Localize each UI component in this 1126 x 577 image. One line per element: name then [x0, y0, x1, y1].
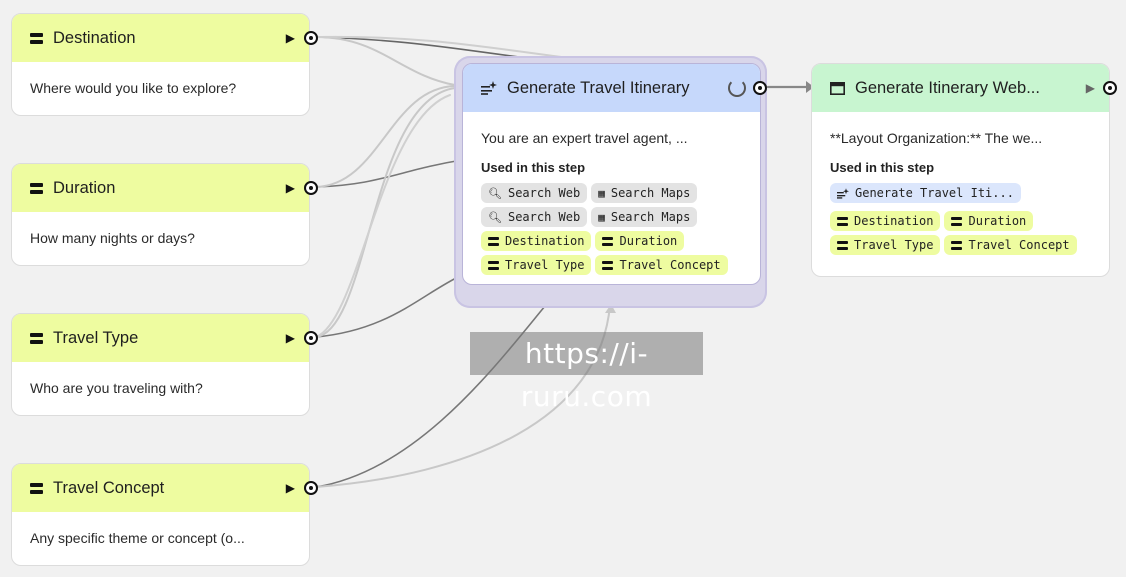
input-node-header[interactable]: Destination ▶: [12, 14, 309, 62]
generate-step-header[interactable]: Generate Travel Itinerary: [463, 64, 760, 112]
input-node-header[interactable]: Duration ▶: [12, 164, 309, 212]
input-node-title: Duration: [53, 178, 116, 197]
spinner-icon: [728, 79, 746, 97]
input-chip-travel-concept[interactable]: Travel Concept: [944, 235, 1077, 255]
input-node-duration[interactable]: Duration ▶ How many nights or days?: [11, 163, 318, 266]
used-in-step-label: Used in this step: [481, 160, 586, 175]
chip-label: Search Web: [507, 210, 581, 224]
input-bars-icon: [30, 332, 43, 344]
sparkle-list-icon: [481, 81, 497, 95]
wire-traveltype-ghost: [315, 87, 456, 338]
generate-step-chips: 🔍︎ Search Web ▦ Search Maps 🔍︎ Search Web ▦…: [463, 183, 760, 275]
step-chip-generate[interactable]: Generate Travel Iti...: [830, 183, 1021, 203]
web-page-icon: [830, 81, 845, 95]
wire-concept-generate: [315, 299, 551, 488]
tool-chip-search-web[interactable]: 🔍︎ Search Web: [481, 207, 588, 227]
chip-label: Travel Type: [505, 258, 585, 272]
sparkle-list-icon: [837, 187, 849, 199]
wire-destination-ghost-a: [315, 36, 456, 86]
output-port-icon[interactable]: [304, 181, 318, 195]
search-icon: 🔍︎: [488, 186, 502, 200]
chip-label: Destination: [505, 234, 585, 248]
input-node-prompt: How many nights or days?: [30, 230, 195, 246]
play-icon[interactable]: ▶: [286, 481, 295, 495]
chip-label: Search Web: [507, 186, 581, 200]
watermark: https://i-ruru.com: [470, 332, 703, 413]
chip-label: Travel Concept: [619, 258, 721, 272]
tool-chip-search-web[interactable]: 🔍︎ Search Web: [481, 183, 588, 203]
chip-label: Search Maps: [610, 210, 691, 224]
input-bars-icon: [30, 182, 43, 194]
input-chip-destination[interactable]: Destination: [830, 211, 941, 231]
input-chip-destination[interactable]: Destination: [481, 231, 592, 251]
input-chip-travel-type[interactable]: Travel Type: [830, 235, 941, 255]
output-port-icon[interactable]: [753, 81, 767, 95]
chip-label: Duration: [968, 214, 1027, 228]
input-node-header[interactable]: Travel Type ▶: [12, 314, 309, 362]
input-bars-icon: [488, 236, 499, 246]
input-node-title: Destination: [53, 28, 136, 47]
output-port-icon[interactable]: [304, 481, 318, 495]
chip-label: Travel Concept: [968, 238, 1070, 252]
tool-chip-search-maps[interactable]: ▦ Search Maps: [591, 207, 698, 227]
output-port-icon[interactable]: [1103, 81, 1117, 95]
output-step-title: Generate Itinerary Web...: [855, 78, 1040, 97]
generate-step-description: You are an expert travel agent, ...: [481, 130, 688, 146]
chip-label: Search Maps: [610, 186, 691, 200]
play-icon[interactable]: ▶: [286, 31, 295, 45]
tool-chip-search-maps[interactable]: ▦ Search Maps: [591, 183, 698, 203]
chip-label: Travel Type: [854, 238, 934, 252]
input-bars-icon: [951, 216, 963, 226]
wire-traveltype-ghost-b: [315, 94, 451, 338]
input-node-header[interactable]: Travel Concept ▶: [12, 464, 309, 512]
input-bars-icon: [837, 240, 848, 250]
chip-label: Destination: [854, 214, 934, 228]
input-node-travel-concept[interactable]: Travel Concept ▶ Any specific theme or c…: [11, 463, 318, 566]
wire-traveltype-generate: [315, 274, 463, 338]
play-icon[interactable]: ▶: [286, 331, 295, 345]
input-bars-icon: [602, 236, 614, 246]
input-chip-travel-type[interactable]: Travel Type: [481, 255, 592, 275]
input-bars-icon: [488, 260, 499, 270]
search-icon: 🔍︎: [488, 210, 502, 224]
input-node-title: Travel Type: [53, 328, 139, 347]
input-chip-travel-concept[interactable]: Travel Concept: [595, 255, 728, 275]
input-bars-icon: [951, 240, 963, 250]
chip-label: Duration: [619, 234, 678, 248]
output-port-icon[interactable]: [304, 31, 318, 45]
output-step-node[interactable]: Generate Itinerary Web... ▶ **Layout Org…: [811, 63, 1117, 277]
output-step-chips: Generate Travel Iti... Destination Durat…: [812, 183, 1109, 255]
generate-step-node[interactable]: Generate Travel Itinerary You are an exp…: [462, 63, 767, 285]
input-node-travel-type[interactable]: Travel Type ▶ Who are you traveling with…: [11, 313, 318, 416]
input-bars-icon: [30, 32, 43, 44]
play-icon[interactable]: ▶: [1086, 81, 1095, 95]
output-step-description: **Layout Organization:** The we...: [830, 130, 1043, 146]
input-bars-icon: [602, 260, 614, 270]
wire-duration-ghost: [315, 85, 456, 188]
map-icon: ▦: [598, 186, 605, 200]
input-node-prompt: Any specific theme or concept (o...: [30, 530, 245, 546]
play-icon[interactable]: ▶: [286, 181, 295, 195]
input-node-destination[interactable]: Destination ▶ Where would you like to ex…: [11, 13, 318, 116]
input-node-prompt: Where would you like to explore?: [30, 80, 237, 96]
chip-label: Generate Travel Iti...: [855, 186, 1014, 200]
input-chip-duration[interactable]: Duration: [944, 211, 1034, 231]
used-in-step-label: Used in this step: [830, 160, 935, 175]
input-bars-icon: [30, 482, 43, 494]
input-node-title: Travel Concept: [53, 478, 165, 497]
input-bars-icon: [837, 216, 848, 226]
wire-duration-generate: [315, 159, 463, 188]
input-chip-duration[interactable]: Duration: [595, 231, 685, 251]
map-icon: ▦: [598, 210, 605, 224]
output-port-icon[interactable]: [304, 331, 318, 345]
input-node-prompt: Who are you traveling with?: [30, 380, 203, 396]
generate-step-title: Generate Travel Itinerary: [507, 78, 690, 97]
output-step-header[interactable]: Generate Itinerary Web... ▶: [812, 64, 1109, 112]
